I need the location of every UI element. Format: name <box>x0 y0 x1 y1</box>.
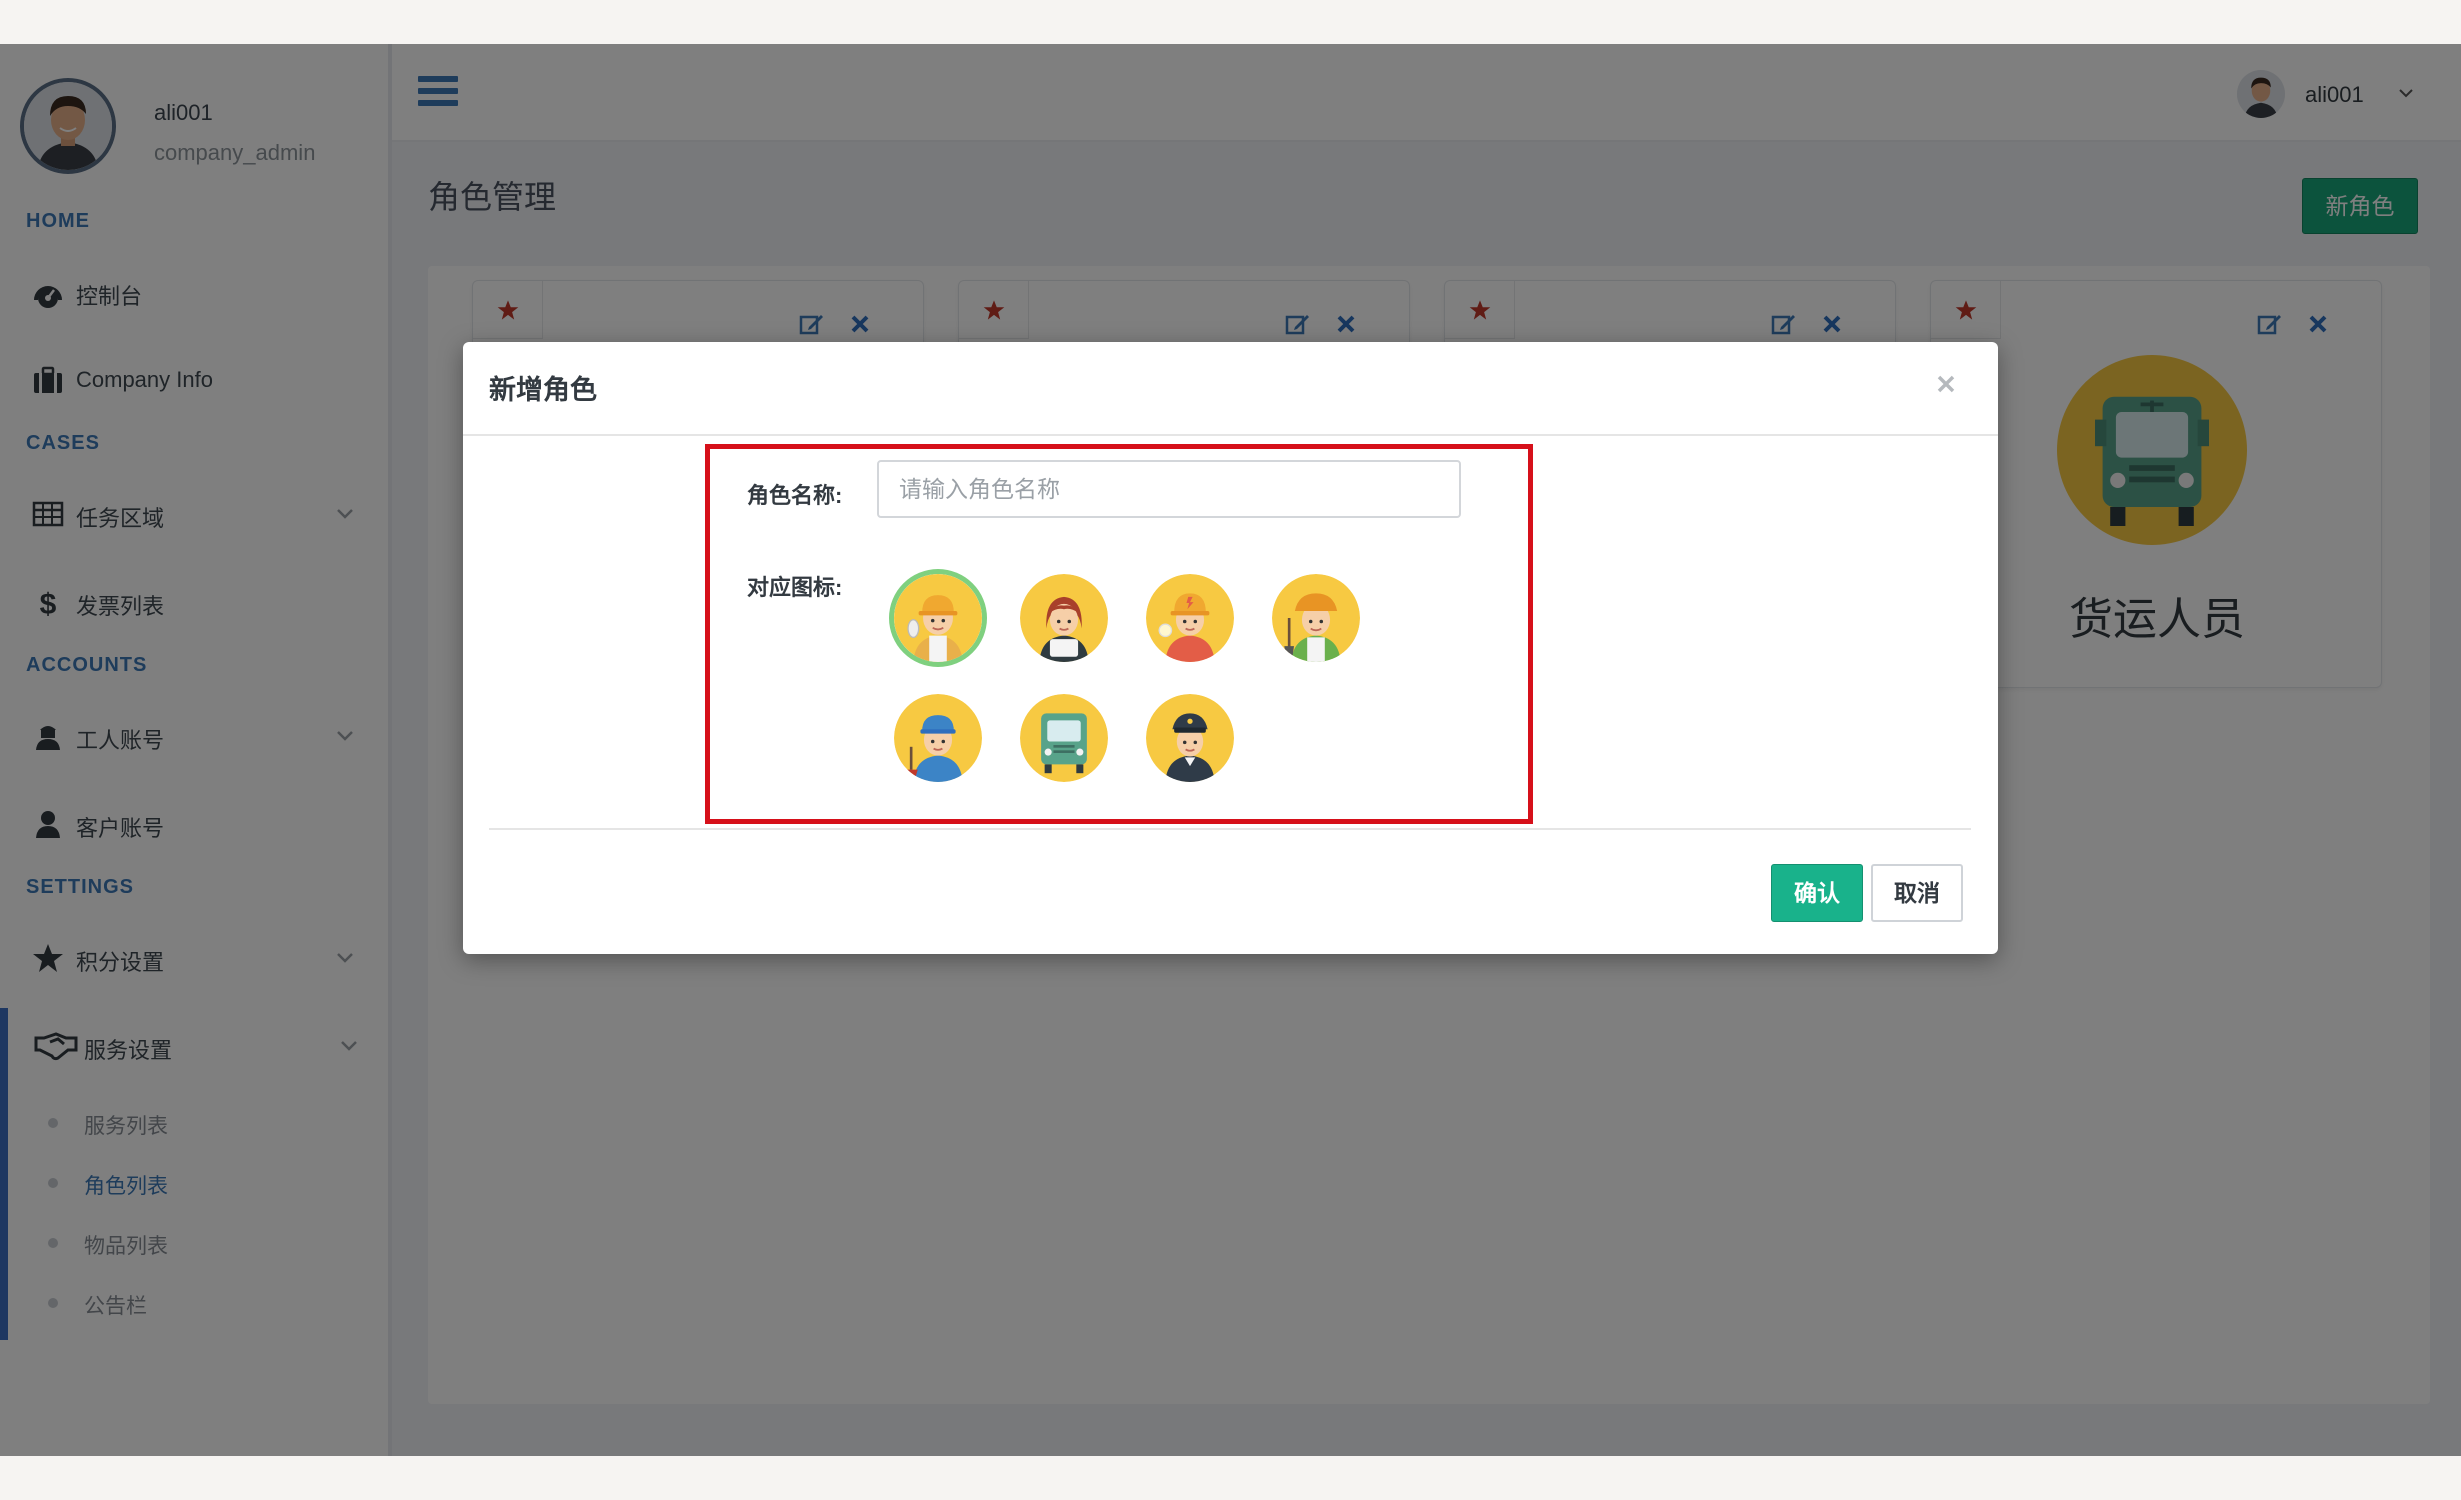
truck-icon <box>1020 694 1108 782</box>
divider <box>489 828 1971 830</box>
add-role-modal: 新增角色 角色名称: 对应图标: <box>463 342 1998 954</box>
divider <box>463 434 1998 436</box>
worker-icon <box>894 574 982 662</box>
close-icon[interactable] <box>1934 372 1958 396</box>
role-icon-label: 对应图标: <box>747 575 843 600</box>
app-window: ali001 company_admin HOME 控制台 Company In… <box>0 44 2461 1456</box>
icon-option-truck[interactable] <box>1020 694 1108 782</box>
role-name-input[interactable] <box>877 460 1461 518</box>
housekeeper-icon <box>1020 574 1108 662</box>
icon-option-housekeeper[interactable] <box>1020 574 1108 662</box>
plumber-icon <box>894 694 982 782</box>
confirm-button[interactable]: 确认 <box>1771 864 1863 922</box>
icon-option-electrician[interactable] <box>1146 574 1234 662</box>
icon-option-worker[interactable] <box>894 574 982 662</box>
cancel-button[interactable]: 取消 <box>1871 864 1963 922</box>
modal-title: 新增角色 <box>489 375 597 405</box>
gardener-icon <box>1272 574 1360 662</box>
icon-option-gardener[interactable] <box>1272 574 1360 662</box>
icon-option-plumber[interactable] <box>894 694 982 782</box>
icon-option-security-guard[interactable] <box>1146 694 1234 782</box>
role-name-label: 角色名称: <box>747 483 843 508</box>
electrician-icon <box>1146 574 1234 662</box>
security-guard-icon <box>1146 694 1234 782</box>
